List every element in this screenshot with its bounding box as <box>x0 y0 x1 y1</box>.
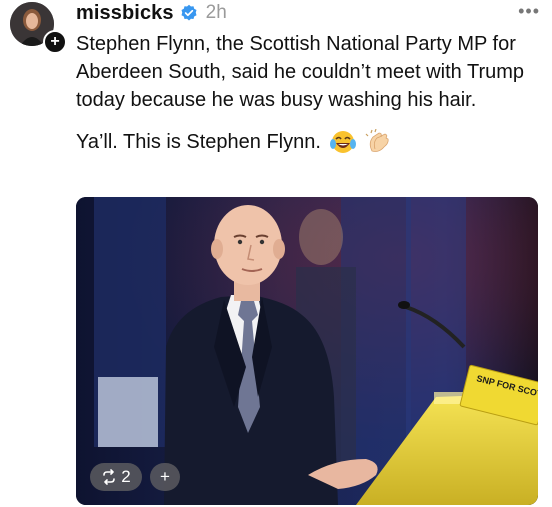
tears-of-joy-emoji-icon <box>329 131 356 153</box>
add-button[interactable]: + <box>150 463 180 491</box>
post-header: missbicks 2h <box>76 0 227 26</box>
post-paragraph-2: Ya’ll. This is Stephen Flynn. <box>76 128 544 156</box>
repost-count: 2 <box>121 467 131 486</box>
post-text: Stephen Flynn, the Scottish National Par… <box>76 30 544 156</box>
repost-count-button[interactable]: 2 <box>90 463 142 491</box>
more-options-icon[interactable]: ••• <box>518 1 540 22</box>
post-photo[interactable]: SNP FOR SCOTLAND 2 + <box>76 197 538 505</box>
post-time: 2h <box>205 2 227 23</box>
photo-image: SNP FOR SCOTLAND <box>76 197 538 505</box>
follow-button[interactable]: + <box>43 30 67 54</box>
clapping-hands-emoji-icon <box>365 129 389 152</box>
post-paragraph-text: Ya’ll. This is Stephen Flynn. <box>76 131 321 153</box>
post-paragraph: Stephen Flynn, the Scottish National Par… <box>76 33 525 111</box>
username[interactable]: missbicks <box>76 2 174 25</box>
verified-badge-icon <box>181 4 197 21</box>
repost-icon <box>103 469 116 485</box>
